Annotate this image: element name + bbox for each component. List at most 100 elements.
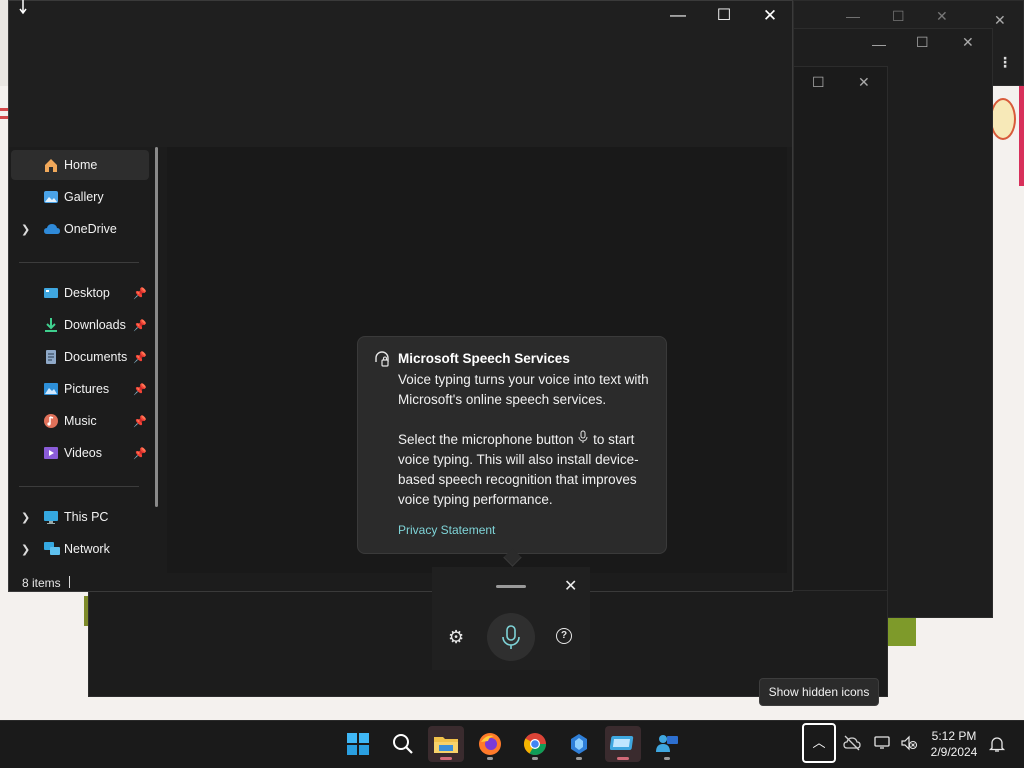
navigation-pane: Home Gallery ❯ OneDrive Desktop 📌 Downlo… xyxy=(9,147,167,573)
gallery-icon xyxy=(43,189,59,205)
background-window[interactable]: ☐ ✕ xyxy=(793,66,888,620)
popup-paragraph: Select the microphone button to start vo… xyxy=(398,430,658,510)
documents-icon xyxy=(43,349,59,365)
pin-icon[interactable]: 📌 xyxy=(133,447,147,460)
nav-item-pictures[interactable]: Pictures 📌 xyxy=(11,374,149,404)
show-hidden-icons-button[interactable]: ︿ xyxy=(802,723,836,763)
nav-item-label: Downloads xyxy=(64,318,126,332)
speech-services-popup: Microsoft Speech Services Voice typing t… xyxy=(357,336,667,567)
nav-item-music[interactable]: Music 📌 xyxy=(11,406,149,436)
nav-scrollbar[interactable] xyxy=(155,147,158,507)
more-options-icon[interactable]: ⋮ xyxy=(998,55,1012,69)
file-explorer-icon[interactable] xyxy=(428,726,464,762)
nav-item-label: Gallery xyxy=(64,190,104,204)
popup-paragraph: Voice typing turns your voice into text … xyxy=(398,372,649,407)
close-icon[interactable]: ✕ xyxy=(962,35,974,49)
videos-icon xyxy=(43,445,59,461)
home-icon xyxy=(43,157,59,173)
voice-typing-toolbar: ✕ ⚙ ? xyxy=(432,567,590,670)
maximize-icon[interactable]: ☐ xyxy=(892,9,905,23)
microphone-button[interactable] xyxy=(487,613,535,661)
remote-desktop-icon[interactable] xyxy=(605,726,641,762)
clock-date: 2/9/2024 xyxy=(930,745,978,759)
network-icon xyxy=(43,541,60,557)
chevron-right-icon[interactable]: ❯ xyxy=(21,223,30,236)
pin-icon[interactable]: 📌 xyxy=(133,383,147,396)
clock[interactable]: 5:12 PM 2/9/2024 xyxy=(925,728,983,760)
status-bar: 8 items xyxy=(9,573,792,593)
pin-icon[interactable]: 📌 xyxy=(133,415,147,428)
nav-item-label: Documents xyxy=(64,350,128,364)
app-icon[interactable] xyxy=(561,726,597,762)
maximize-button[interactable]: ☐ xyxy=(701,5,747,27)
nav-item-onedrive[interactable]: ❯ OneDrive xyxy=(11,214,149,244)
pin-icon[interactable]: 📌 xyxy=(133,351,147,364)
microphone-icon xyxy=(502,625,520,649)
speech-headset-icon xyxy=(373,350,391,368)
nav-item-label: Videos xyxy=(64,446,102,460)
background-logo xyxy=(990,98,1016,140)
drag-handle[interactable] xyxy=(496,585,526,588)
search-icon[interactable] xyxy=(385,726,421,762)
nav-item-label: Pictures xyxy=(64,382,110,396)
popup-text: Select the microphone button xyxy=(398,432,574,447)
close-button[interactable]: ✕ xyxy=(747,5,793,27)
settings-gear-icon[interactable]: ⚙ xyxy=(448,627,464,648)
background-decoration xyxy=(886,616,916,646)
onedrive-icon xyxy=(43,221,60,237)
network-status-icon[interactable] xyxy=(874,735,892,751)
nav-item-label: This PC xyxy=(64,510,109,524)
onedrive-offline-icon[interactable] xyxy=(843,735,861,751)
close-icon[interactable]: ✕ xyxy=(994,13,1006,27)
taskbar: ︿ 5:12 PM 2/9/2024 xyxy=(0,720,1024,768)
this-pc-icon xyxy=(43,509,59,525)
desktop-icon xyxy=(43,285,59,301)
pin-icon[interactable]: 📌 xyxy=(133,287,147,300)
nav-item-downloads[interactable]: Downloads 📌 xyxy=(11,310,149,340)
microphone-icon xyxy=(577,430,589,447)
chrome-icon[interactable] xyxy=(517,726,553,762)
firefox-icon[interactable] xyxy=(472,726,508,762)
close-icon[interactable]: ✕ xyxy=(564,576,577,596)
cursor-icon xyxy=(19,0,27,15)
close-icon[interactable]: ✕ xyxy=(936,9,948,23)
pin-icon[interactable]: 📌 xyxy=(133,319,147,332)
nav-item-label: OneDrive xyxy=(64,222,117,236)
volume-muted-icon[interactable] xyxy=(900,735,918,751)
privacy-statement-link[interactable]: Privacy Statement xyxy=(398,523,495,537)
notification-bell-icon[interactable] xyxy=(988,735,1006,753)
clock-time: 5:12 PM xyxy=(931,729,977,743)
chevron-right-icon[interactable]: ❯ xyxy=(21,543,30,556)
maximize-icon[interactable]: ☐ xyxy=(812,75,825,89)
nav-item-label: Desktop xyxy=(64,286,110,300)
nav-item-gallery[interactable]: Gallery xyxy=(11,182,149,212)
nav-item-home[interactable]: Home xyxy=(11,150,149,180)
close-icon[interactable]: ✕ xyxy=(858,75,870,89)
tooltip: Show hidden icons xyxy=(759,678,879,706)
nav-item-label: Music xyxy=(64,414,97,428)
popup-title: Microsoft Speech Services xyxy=(398,351,570,366)
maximize-icon[interactable]: ☐ xyxy=(916,35,929,49)
nav-item-label: Network xyxy=(64,542,110,556)
downloads-icon xyxy=(43,317,59,333)
divider xyxy=(19,262,139,263)
minimize-button[interactable]: — xyxy=(655,5,701,27)
divider xyxy=(69,576,70,588)
nav-item-label: Home xyxy=(64,158,98,172)
title-bar[interactable]: — ☐ ✕ xyxy=(9,1,792,147)
teams-icon[interactable] xyxy=(649,726,685,762)
minimize-icon[interactable]: — xyxy=(872,37,886,51)
music-icon xyxy=(43,413,59,429)
nav-item-videos[interactable]: Videos 📌 xyxy=(11,438,149,468)
pictures-icon xyxy=(43,381,59,397)
item-count: 8 items xyxy=(22,576,61,590)
nav-item-documents[interactable]: Documents 📌 xyxy=(11,342,149,372)
nav-item-this-pc[interactable]: ❯ This PC xyxy=(11,502,149,532)
minimize-icon[interactable]: — xyxy=(846,9,860,23)
nav-item-desktop[interactable]: Desktop 📌 xyxy=(11,278,149,308)
nav-item-network[interactable]: ❯ Network xyxy=(11,534,149,564)
divider xyxy=(19,486,139,487)
chevron-right-icon[interactable]: ❯ xyxy=(21,511,30,524)
help-icon[interactable]: ? xyxy=(556,628,572,644)
start-icon[interactable] xyxy=(340,726,376,762)
